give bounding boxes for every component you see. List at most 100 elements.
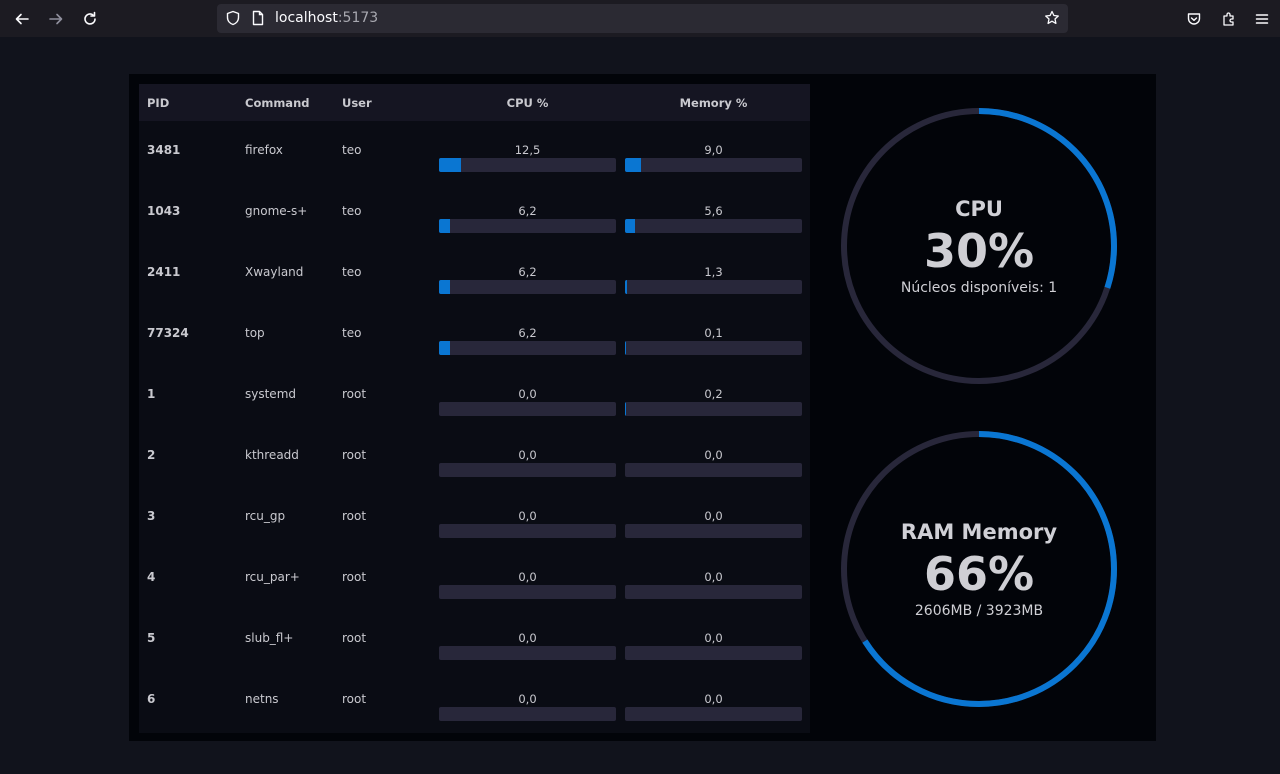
cell-pid: 2411 — [147, 265, 181, 279]
cpu-usage: 0,0 — [439, 387, 616, 417]
forward-icon[interactable] — [44, 7, 68, 31]
dashboard-panel: PID Command User CPU % Memory % 3481 fire… — [129, 74, 1156, 741]
cpu-usage: 0,0 — [439, 631, 616, 661]
cpu-bar — [439, 341, 616, 355]
cell-pid: 2 — [147, 448, 156, 462]
cell-user: teo — [342, 143, 362, 157]
memory-usage: 0,1 — [625, 326, 802, 356]
memory-usage: 0,2 — [625, 387, 802, 417]
url-text[interactable]: localhost:5173 — [275, 10, 378, 26]
memory-bar — [625, 158, 802, 172]
cell-pid: 77324 — [147, 326, 189, 340]
cpu-value: 6,2 — [518, 204, 537, 218]
header-cpu[interactable]: CPU % — [439, 96, 616, 110]
cpu-value: 0,0 — [518, 570, 537, 584]
menu-icon[interactable] — [1250, 7, 1274, 31]
back-icon[interactable] — [10, 7, 34, 31]
header-user[interactable]: User — [342, 96, 372, 110]
cell-pid: 5 — [147, 631, 156, 645]
table-row[interactable]: 1 systemd root 0,0 0,2 — [139, 365, 810, 426]
cell-user: teo — [342, 204, 362, 218]
table-row[interactable]: 3481 firefox teo 12,5 9,0 — [139, 121, 810, 182]
cpu-usage: 6,2 — [439, 265, 616, 295]
ram-gauge-subtitle: 2606MB / 3923MB — [914, 603, 1044, 619]
memory-value: 0,0 — [704, 448, 723, 462]
cell-command: kthreadd — [245, 448, 299, 462]
reload-icon[interactable] — [78, 7, 102, 31]
cpu-usage: 0,0 — [439, 570, 616, 600]
memory-value: 5,6 — [704, 204, 723, 218]
cell-command: systemd — [245, 387, 296, 401]
table-row[interactable]: 6 netns root 0,0 0,0 — [139, 670, 810, 731]
memory-usage: 0,0 — [625, 631, 802, 661]
cell-pid: 3481 — [147, 143, 181, 157]
table-row[interactable]: 1043 gnome-s+ teo 6,2 5,6 — [139, 182, 810, 243]
header-command[interactable]: Command — [245, 96, 310, 110]
bookmark-star-icon[interactable] — [1044, 10, 1060, 26]
cell-command: rcu_par+ — [245, 570, 300, 584]
table-row[interactable]: 2411 Xwayland teo 6,2 1,3 — [139, 243, 810, 304]
memory-bar — [625, 585, 802, 599]
page-icon[interactable] — [250, 10, 266, 26]
cell-command: rcu_gp — [245, 509, 286, 523]
cpu-usage: 0,0 — [439, 448, 616, 478]
cpu-value: 0,0 — [518, 509, 537, 523]
memory-value: 0,0 — [704, 509, 723, 523]
memory-usage: 5,6 — [625, 204, 802, 234]
cell-command: Xwayland — [245, 265, 304, 279]
table-row[interactable]: 2 kthreadd root 0,0 0,0 — [139, 426, 810, 487]
header-pid[interactable]: PID — [147, 96, 169, 110]
cpu-bar-fill — [439, 341, 450, 355]
cell-pid: 6 — [147, 692, 156, 706]
header-memory[interactable]: Memory % — [625, 96, 802, 110]
table-header: PID Command User CPU % Memory % — [139, 84, 810, 121]
cpu-usage: 12,5 — [439, 143, 616, 173]
table-row[interactable]: 77324 top teo 6,2 0,1 — [139, 304, 810, 365]
cpu-bar — [439, 524, 616, 538]
cell-pid: 1 — [147, 387, 156, 401]
memory-value: 0,2 — [704, 387, 723, 401]
cpu-value: 6,2 — [518, 265, 537, 279]
cell-pid: 4 — [147, 570, 156, 584]
cpu-gauge-subtitle: Núcleos disponíveis: 1 — [900, 280, 1058, 296]
shield-icon[interactable] — [225, 10, 241, 26]
table-row[interactable]: 4 rcu_par+ root 0,0 0,0 — [139, 548, 810, 609]
memory-bar-fill — [625, 158, 641, 172]
cell-pid: 3 — [147, 509, 156, 523]
pocket-icon[interactable] — [1182, 7, 1206, 31]
memory-bar — [625, 402, 802, 416]
memory-value: 9,0 — [704, 143, 723, 157]
memory-usage: 0,0 — [625, 570, 802, 600]
table-row[interactable]: 5 slub_fl+ root 0,0 0,0 — [139, 609, 810, 670]
cpu-bar — [439, 219, 616, 233]
memory-value: 0,1 — [704, 326, 723, 340]
memory-value: 0,0 — [704, 631, 723, 645]
cpu-bar — [439, 158, 616, 172]
memory-bar — [625, 646, 802, 660]
cpu-usage: 0,0 — [439, 509, 616, 539]
cell-pid: 1043 — [147, 204, 181, 218]
memory-usage: 0,0 — [625, 509, 802, 539]
memory-bar-fill — [625, 219, 635, 233]
cpu-value: 0,0 — [518, 387, 537, 401]
cell-user: root — [342, 387, 367, 401]
cpu-bar — [439, 463, 616, 477]
cpu-usage: 6,2 — [439, 326, 616, 356]
url-port: :5173 — [337, 10, 379, 26]
cell-user: root — [342, 692, 367, 706]
cpu-bar-fill — [439, 158, 462, 172]
cpu-bar-fill — [439, 219, 450, 233]
address-bar[interactable]: localhost:5173 — [217, 4, 1068, 33]
cpu-bar — [439, 585, 616, 599]
table-row[interactable]: 3 rcu_gp root 0,0 0,0 — [139, 487, 810, 548]
cpu-value: 0,0 — [518, 692, 537, 706]
cpu-bar — [439, 280, 616, 294]
memory-bar — [625, 463, 802, 477]
memory-bar — [625, 524, 802, 538]
memory-value: 1,3 — [704, 265, 723, 279]
cell-command: slub_fl+ — [245, 631, 294, 645]
cell-user: root — [342, 570, 367, 584]
extensions-icon[interactable] — [1217, 7, 1241, 31]
cell-command: top — [245, 326, 265, 340]
cpu-value: 6,2 — [518, 326, 537, 340]
